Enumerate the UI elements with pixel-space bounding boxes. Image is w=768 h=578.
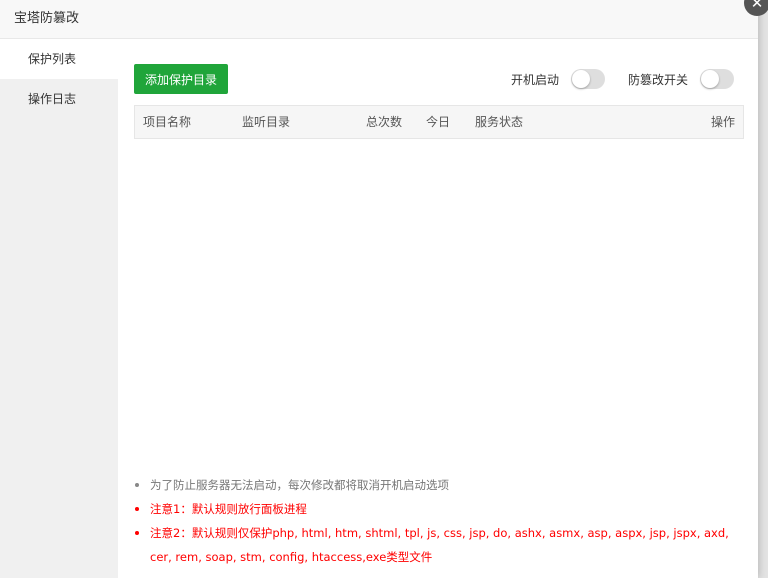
column-service-status: 服务状态 xyxy=(475,115,524,129)
toggle-knob xyxy=(572,70,591,88)
startup-toggle-group: 开机启动 xyxy=(511,68,606,90)
note-item: 注意2：默认规则仅保护php, html, htm, shtml, tpl, j… xyxy=(134,521,744,569)
column-watch-directory: 监听目录 xyxy=(242,115,291,129)
modal-content: 添加保护目录 开机启动 防篡改开关 项目名称 监听目录 总次数 今日 服务状态 … xyxy=(134,39,744,578)
note-item: 注意1：默认规则放行面板进程 xyxy=(134,497,744,521)
sidebar-item-operation-log[interactable]: 操作日志 xyxy=(0,79,118,119)
column-project-name: 项目名称 xyxy=(143,115,192,129)
tamper-toggle-label: 防篡改开关 xyxy=(628,72,689,87)
toggle-knob xyxy=(701,70,720,88)
column-total-count: 总次数 xyxy=(366,115,403,129)
table-header: 项目名称 监听目录 总次数 今日 服务状态 操作 xyxy=(134,105,744,139)
sidebar-item-protection-list[interactable]: 保护列表 xyxy=(0,39,118,79)
tamper-protection-toggle[interactable] xyxy=(700,69,735,89)
column-today: 今日 xyxy=(426,115,451,129)
modal-sidebar: 保护列表 操作日志 xyxy=(0,39,118,578)
tamper-toggle-group: 防篡改开关 xyxy=(628,68,735,90)
notes-list: 为了防止服务器无法启动，每次修改都将取消开机启动选项 注意1：默认规则放行面板进… xyxy=(134,473,744,569)
add-protected-directory-button[interactable]: 添加保护目录 xyxy=(134,64,228,94)
protection-table: 项目名称 监听目录 总次数 今日 服务状态 操作 xyxy=(134,105,744,139)
tamper-protection-modal: 宝塔防篡改 保护列表 操作日志 添加保护目录 开机启动 防篡改开关 项目名称 监… xyxy=(0,0,758,578)
startup-toggle-label: 开机启动 xyxy=(511,72,560,87)
modal-title: 宝塔防篡改 xyxy=(0,0,758,39)
note-item: 为了防止服务器无法启动，每次修改都将取消开机启动选项 xyxy=(134,473,744,497)
column-actions: 操作 xyxy=(711,115,736,129)
startup-toggle[interactable] xyxy=(571,69,606,89)
